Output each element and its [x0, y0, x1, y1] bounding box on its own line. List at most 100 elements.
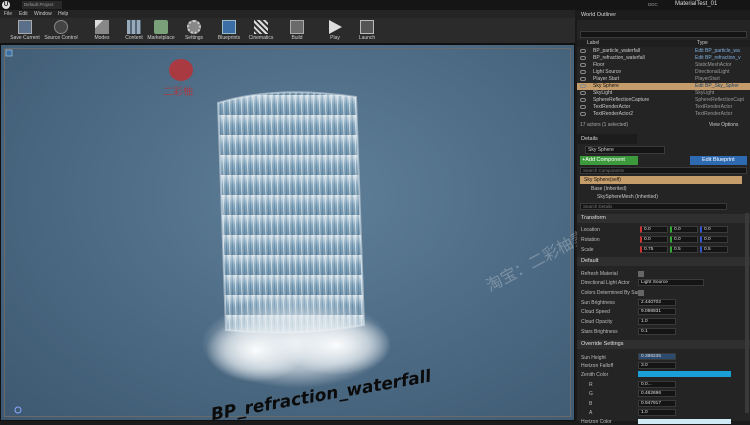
zenith-g-field[interactable]: 0.462696	[638, 390, 676, 397]
details-tab[interactable]: Details	[577, 134, 637, 144]
outliner-row-floor[interactable]: Floor StaticMeshActor	[577, 62, 750, 69]
override-settings-section[interactable]: Override Settings	[577, 340, 750, 349]
sun-height-label: Sun Height	[581, 355, 606, 361]
eye-icon[interactable]	[580, 56, 586, 60]
ue-logo-icon: U	[2, 1, 10, 9]
search-components-input[interactable]: Search Components	[580, 167, 747, 174]
zenith-a-label: A	[589, 410, 593, 416]
level-viewport[interactable]: 二彩柚 BP_refraction_waterfall 淘宝：二彩柚素材	[0, 44, 605, 425]
toolbar: Save Current Source Control Modes Conten…	[0, 18, 575, 44]
eye-icon[interactable]	[580, 63, 586, 67]
horizon-falloff-field[interactable]: 3.0	[638, 362, 676, 369]
marketplace-icon	[154, 20, 168, 34]
outliner-row-player-start[interactable]: Player Start PlayerStart	[577, 76, 750, 83]
zenith-color-label: Zenith Color	[581, 372, 609, 378]
transform-section[interactable]: Transform	[577, 214, 750, 223]
rotation-y[interactable]: 0.0	[670, 236, 698, 243]
eye-icon[interactable]	[580, 49, 586, 53]
outliner-row-sphere-reflection-capture[interactable]: SphereReflectionCapture SphereReflectionC…	[577, 97, 750, 104]
play-icon	[328, 20, 342, 34]
cinematics-button[interactable]: Cinematics	[244, 19, 278, 43]
rotation-label: Rotation	[581, 237, 600, 243]
eye-icon[interactable]	[580, 70, 586, 74]
outliner-row-sky-sphere[interactable]: Sky Sphere Edit BP_Sky_Spher	[577, 83, 750, 90]
save-icon	[18, 20, 32, 34]
launch-button[interactable]: Launch	[350, 19, 384, 43]
location-z[interactable]: 0.0	[700, 226, 728, 233]
rotation-x[interactable]: 0.0	[640, 236, 668, 243]
eye-icon[interactable]	[580, 112, 586, 116]
marketplace-button[interactable]: Marketplace	[143, 19, 179, 43]
menu-edit[interactable]: Edit	[19, 11, 28, 17]
zenith-r-field[interactable]: 0.0...	[638, 381, 676, 388]
settings-button[interactable]: Settings	[177, 19, 211, 43]
scale-x[interactable]: 0.75	[640, 246, 668, 253]
component-self[interactable]: Sky Sphere(self)	[580, 176, 742, 184]
colors-determined-checkbox[interactable]	[638, 290, 644, 296]
zenith-b-field[interactable]: 0.947917	[638, 400, 676, 407]
eye-icon[interactable]	[580, 98, 586, 102]
build-button[interactable]: Build	[280, 19, 314, 43]
scale-z[interactable]: 0.5	[700, 246, 728, 253]
directional-light-actor-dropdown[interactable]: Light Source	[638, 279, 704, 286]
eye-icon[interactable]	[580, 77, 586, 81]
location-y[interactable]: 0.0	[670, 226, 698, 233]
location-x[interactable]: 0.0	[640, 226, 668, 233]
horizon-falloff-label: Horizon Falloff	[581, 363, 614, 369]
stars-brightness-field[interactable]: 0.1	[638, 328, 676, 335]
eye-icon[interactable]	[580, 91, 586, 95]
search-details-input[interactable]: Search Details	[580, 203, 727, 210]
sun-brightness-field[interactable]: 2.440702	[638, 299, 676, 306]
blueprint-icon	[222, 20, 236, 34]
component-base[interactable]: Base (Inherited)	[591, 186, 627, 192]
default-section[interactable]: Default	[577, 257, 750, 266]
outliner-row-light-source[interactable]: Light Source DirectionalLight	[577, 69, 750, 76]
scale-y[interactable]: 0.5	[670, 246, 698, 253]
source-control-button[interactable]: Source Control	[43, 19, 79, 43]
zenith-a-field[interactable]: 1.0	[638, 409, 676, 416]
eye-icon[interactable]	[580, 105, 586, 109]
zenith-b-label: B	[589, 401, 593, 407]
menu-file[interactable]: File	[4, 11, 12, 17]
outliner-tab[interactable]: World Outliner	[577, 10, 750, 20]
view-options-button[interactable]: View Options	[709, 122, 738, 128]
outliner-list: BP_particle_waterfall Edit BP_particle_wa…	[577, 48, 750, 118]
actor-name-field[interactable]: Sky Sphere	[585, 146, 665, 154]
ddc-label: DDC	[648, 2, 658, 7]
sun-brightness-label: Sun Brightness	[581, 300, 615, 306]
location-label: Location	[581, 227, 600, 233]
play-button[interactable]: Play	[318, 19, 352, 43]
outliner-row-text-render-actor[interactable]: TextRenderActor TextRenderActor	[577, 104, 750, 111]
outliner-row-skylight[interactable]: SkyLight SkyLight	[577, 90, 750, 97]
horizon-color-label: Horizon Color	[581, 419, 612, 425]
refresh-material-checkbox[interactable]	[638, 271, 644, 277]
waterfall-mesh	[201, 91, 391, 388]
details-scrollbar[interactable]	[745, 213, 749, 413]
directional-light-actor-label: Directional Light Actor	[581, 280, 630, 286]
rotation-z[interactable]: 0.0	[700, 236, 728, 243]
cloud-speed-field[interactable]: 9.098931	[638, 308, 676, 315]
blueprints-button[interactable]: Blueprints	[212, 19, 246, 43]
eye-icon[interactable]	[580, 84, 586, 88]
component-mesh[interactable]: SkySphereMesh (Inherited)	[597, 194, 658, 200]
edit-blueprint-button[interactable]: Edit Blueprint	[690, 156, 747, 165]
cloud-opacity-label: Cloud Opacity	[581, 319, 613, 325]
outliner-row-text-render-actor2[interactable]: TextRenderActor2 TextRenderActor	[577, 111, 750, 118]
outliner-row-bp-refraction-waterfall[interactable]: BP_refraction_waterfall Edit BP_refractio…	[577, 55, 750, 62]
add-component-button[interactable]: +Add Component	[580, 156, 638, 165]
menu-help[interactable]: Help	[58, 11, 68, 17]
outliner-search[interactable]	[580, 31, 747, 38]
save-current-button[interactable]: Save Current	[8, 19, 42, 43]
project-tab[interactable]: Default.Project	[22, 1, 62, 9]
title-bar: U Default.Project MaterialTest_01 DDC	[0, 0, 750, 10]
modes-button[interactable]: Modes	[85, 19, 119, 43]
cloud-opacity-field[interactable]: 1.0	[638, 318, 676, 325]
menu-window[interactable]: Window	[34, 11, 52, 17]
build-icon	[290, 20, 304, 34]
sun-height-field[interactable]: 0.388235	[638, 353, 676, 360]
outliner-header: Label Type	[577, 40, 750, 47]
outliner-row-bp-particle-waterfall[interactable]: BP_particle_waterfall Edit BP_particle_wa	[577, 48, 750, 55]
outliner-footer: 17 actors (1 selected)	[580, 122, 629, 128]
horizon-color-swatch[interactable]	[638, 419, 731, 424]
zenith-color-swatch[interactable]	[638, 371, 731, 377]
